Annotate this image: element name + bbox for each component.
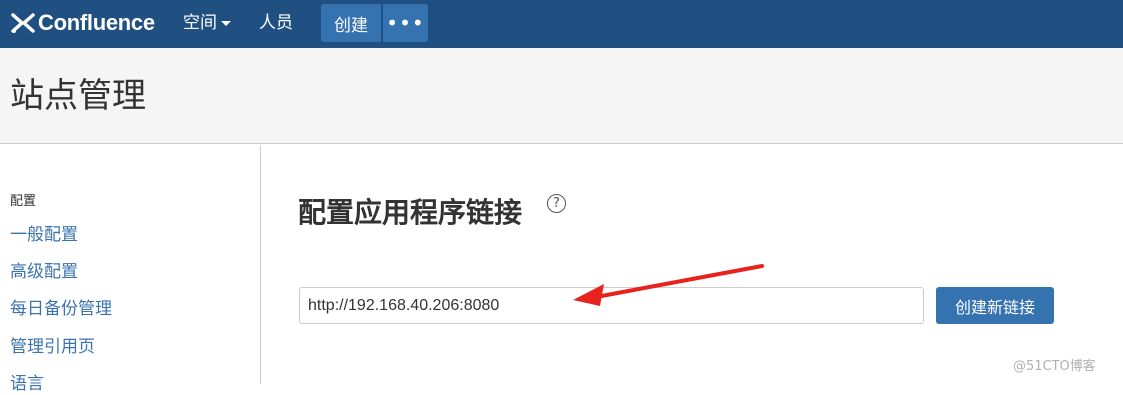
more-options-icon[interactable]: ••• bbox=[383, 4, 428, 42]
page-title: 站点管理 bbox=[10, 76, 146, 116]
watermark: @51CTO博客 bbox=[1013, 359, 1096, 374]
create-new-link-button[interactable]: 创建新链接 bbox=[936, 287, 1054, 324]
create-button[interactable]: 创建 bbox=[321, 4, 381, 42]
nav-spaces-label: 空间 bbox=[183, 13, 217, 33]
sidebar-item-language[interactable]: 语言 bbox=[10, 373, 44, 395]
top-navigation-bar: Confluence 空间 人员 创建 ••• bbox=[0, 0, 1123, 48]
admin-sidebar: 配置 一般配置 高级配置 每日备份管理 管理引用页 语言 bbox=[0, 145, 261, 394]
confluence-logo[interactable]: Confluence bbox=[10, 8, 155, 38]
confluence-logo-icon bbox=[11, 13, 35, 33]
help-icon[interactable]: ? bbox=[547, 194, 566, 213]
sidebar-item-daily-backup[interactable]: 每日备份管理 bbox=[10, 298, 112, 320]
application-url-input[interactable] bbox=[299, 287, 924, 324]
page-header: 站点管理 bbox=[0, 48, 1123, 144]
nav-people-link[interactable]: 人员 bbox=[259, 11, 293, 35]
logo-text: Confluence bbox=[38, 10, 155, 35]
nav-spaces-menu[interactable]: 空间 bbox=[183, 11, 231, 35]
sidebar-item-advanced-config[interactable]: 高级配置 bbox=[10, 261, 78, 283]
content-title: 配置应用程序链接 bbox=[298, 196, 523, 229]
sidebar-item-manage-referrers[interactable]: 管理引用页 bbox=[10, 336, 95, 358]
sidebar-section-heading: 配置 bbox=[10, 194, 37, 209]
chevron-down-icon bbox=[221, 20, 231, 26]
sidebar-item-general-config[interactable]: 一般配置 bbox=[10, 224, 78, 246]
